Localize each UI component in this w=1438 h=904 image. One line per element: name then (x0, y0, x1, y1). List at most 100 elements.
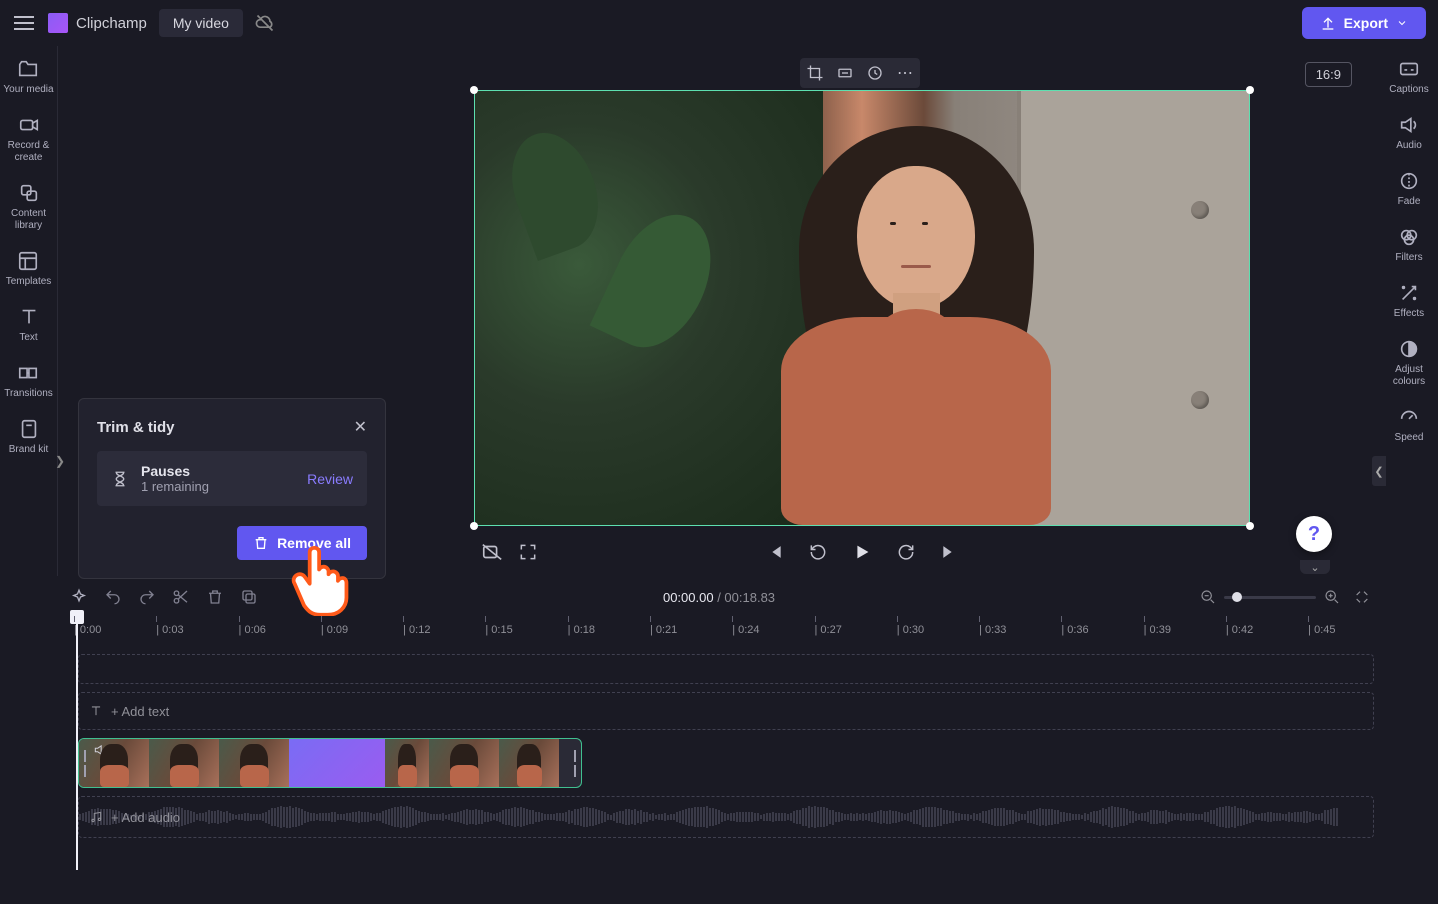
chevron-left-icon[interactable]: ❮ (1372, 456, 1386, 486)
play-button[interactable] (850, 540, 874, 564)
panel-item-speed[interactable]: Speed (1395, 406, 1424, 444)
ruler-mark: | 0:00 (74, 616, 101, 638)
copy-button[interactable] (238, 586, 260, 608)
ruler-mark: | 0:03 (156, 616, 183, 638)
panel-label: Captions (1389, 84, 1428, 96)
close-icon[interactable]: ✕ (354, 417, 367, 437)
ruler-mark: | 0:24 (732, 616, 759, 638)
panel-item-fade[interactable]: Fade (1398, 170, 1421, 208)
pip-icon[interactable] (866, 64, 884, 82)
sync-off-icon[interactable] (255, 13, 275, 33)
clip-handle-right[interactable] (571, 739, 579, 787)
ruler-mark: | 0:15 (485, 616, 512, 638)
trim-pauses-row[interactable]: Pauses 1 remaining Review (97, 451, 367, 506)
project-name[interactable]: My video (159, 9, 243, 37)
skip-start-button[interactable] (762, 540, 786, 564)
text-track[interactable]: + Add text (78, 692, 1374, 730)
crop-icon[interactable] (806, 64, 824, 82)
zoom-in-icon[interactable] (1324, 589, 1340, 605)
sidebar-label: Transitions (4, 388, 53, 400)
panel-item-audio[interactable]: Audio (1396, 114, 1422, 152)
sidebar-item-brand-kit[interactable]: Brand kit (9, 418, 48, 456)
add-audio-label: + Add audio (111, 810, 180, 825)
sidebar-item-record-create[interactable]: Record & create (0, 114, 57, 164)
remove-all-button[interactable]: Remove all (237, 526, 367, 560)
panel-item-adjust-colours[interactable]: Adjust colours (1380, 338, 1438, 388)
transitions-icon (17, 362, 39, 384)
zoom-thumb[interactable] (1232, 592, 1242, 602)
more-icon[interactable]: ⋯ (896, 63, 914, 83)
sidebar-label: Text (19, 332, 37, 344)
panel-item-effects[interactable]: Effects (1394, 282, 1424, 320)
no-video-icon[interactable] (480, 540, 504, 564)
fullscreen-button[interactable] (516, 540, 540, 564)
chevron-right-icon[interactable]: ❯ (55, 454, 65, 468)
undo-button[interactable] (102, 586, 124, 608)
speaker-icon (1398, 114, 1420, 136)
panel-label: Adjust colours (1380, 364, 1438, 388)
sidebar-item-transitions[interactable]: Transitions (4, 362, 53, 400)
effects-icon (1398, 282, 1420, 304)
trim-row-title: Pauses (141, 463, 295, 479)
duration: 00:18.83 (724, 590, 775, 605)
text-icon (18, 306, 40, 328)
panel-label: Audio (1396, 140, 1422, 152)
review-link[interactable]: Review (307, 471, 353, 487)
zoom-fit-icon[interactable] (1354, 589, 1370, 605)
trash-icon (253, 535, 269, 551)
hamburger-menu-icon[interactable] (12, 11, 36, 35)
ruler-mark: | 0:12 (403, 616, 430, 638)
skip-end-button[interactable] (938, 540, 962, 564)
preview-toolbar: ⋯ (800, 58, 920, 88)
aspect-ratio-button[interactable]: 16:9 (1305, 62, 1352, 87)
selection-handle[interactable] (1246, 522, 1254, 530)
panel-item-captions[interactable]: Captions (1389, 58, 1428, 96)
selection-handle[interactable] (470, 522, 478, 530)
sidebar-label: Content library (0, 208, 57, 232)
chevron-down-icon (1396, 17, 1408, 29)
fit-icon[interactable] (836, 64, 854, 82)
timeline-ruler[interactable]: | 0:00| 0:03| 0:06| 0:09| 0:12| 0:15| 0:… (74, 616, 1374, 638)
export-button[interactable]: Export (1302, 7, 1426, 39)
brand: Clipchamp (48, 13, 147, 33)
split-button[interactable] (170, 586, 192, 608)
zoom-slider[interactable] (1224, 596, 1316, 599)
time-sep: / (714, 590, 725, 605)
help-button[interactable]: ? (1296, 516, 1332, 552)
delete-button[interactable] (204, 586, 226, 608)
upload-icon (1320, 15, 1336, 31)
rewind-5-button[interactable] (806, 540, 830, 564)
panel-item-filters[interactable]: Filters (1395, 226, 1422, 264)
sidebar-item-templates[interactable]: Templates (6, 250, 52, 288)
folder-icon (17, 58, 39, 80)
sidebar-item-text[interactable]: Text (18, 306, 40, 344)
add-text-label: + Add text (111, 704, 169, 719)
preview-canvas[interactable] (474, 90, 1250, 526)
camera-icon (18, 114, 40, 136)
contrast-icon (1398, 338, 1420, 360)
forward-5-button[interactable] (894, 540, 918, 564)
redo-button[interactable] (136, 586, 158, 608)
templates-icon (17, 250, 39, 272)
brandkit-icon (18, 418, 40, 440)
ruler-mark: | 0:09 (321, 616, 348, 638)
speed-icon (1398, 406, 1420, 428)
library-icon (18, 182, 40, 204)
magic-tool-icon[interactable] (68, 586, 90, 608)
selection-handle[interactable] (470, 86, 478, 94)
pause-segment[interactable] (289, 739, 385, 787)
video-clip[interactable] (78, 738, 582, 788)
sidebar-item-your-media[interactable]: Your media (3, 58, 53, 96)
captions-icon (1398, 58, 1420, 80)
selection-handle[interactable] (1246, 86, 1254, 94)
sidebar-label: Brand kit (9, 444, 48, 456)
sidebar-item-content-library[interactable]: Content library (0, 182, 57, 232)
ruler-mark: | 0:36 (1061, 616, 1088, 638)
trim-row-subtitle: 1 remaining (141, 479, 295, 494)
ruler-mark: | 0:18 (568, 616, 595, 638)
chevron-down-icon[interactable]: ⌄ (1300, 560, 1330, 574)
filters-icon (1398, 226, 1420, 248)
audio-track[interactable]: + Add audio (78, 796, 1374, 838)
zoom-out-icon[interactable] (1200, 589, 1216, 605)
remove-all-label: Remove all (277, 535, 351, 551)
